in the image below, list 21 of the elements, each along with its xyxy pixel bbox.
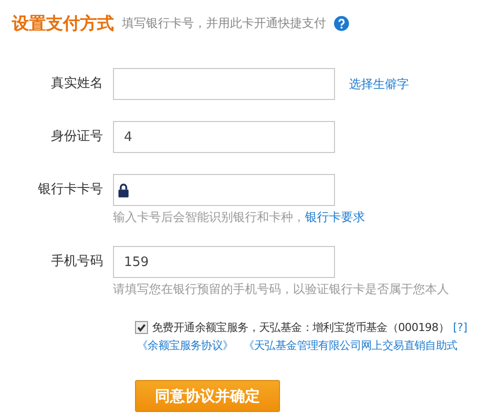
page-subtitle: 填写银行卡号，并用此卡开通快捷支付	[122, 15, 326, 32]
input-field[interactable]	[113, 174, 335, 206]
hint-text: 输入卡号后会智能识别银行和卡种，	[113, 209, 305, 226]
link[interactable]: 选择生僻字	[349, 76, 409, 92]
input-field[interactable]	[113, 68, 335, 100]
page-title: 设置支付方式	[12, 13, 114, 35]
field-label: 手机号码	[50, 253, 104, 271]
link[interactable]: 银行卡要求	[305, 209, 365, 226]
agreement-text: 免费开通余额宝服务，天弘基金：增利宝货币基金（000198）	[152, 320, 449, 335]
help-link[interactable]: [?]	[453, 321, 468, 334]
input-field[interactable]: 4	[113, 121, 335, 153]
help-icon[interactable]	[334, 16, 349, 31]
input-field[interactable]: 159	[113, 246, 335, 278]
agreement-link[interactable]: 《余额宝服务协议》	[137, 338, 234, 353]
field-label: 银行卡卡号	[37, 181, 104, 199]
field-label: 身份证号	[50, 128, 104, 146]
checkbox[interactable]	[135, 321, 148, 334]
field-label: 真实姓名	[50, 75, 104, 93]
hint-text: 请填写您在银行预留的手机号码，以验证银行卡是否属于您本人	[113, 281, 449, 298]
lock-icon	[118, 182, 129, 198]
agreement-link[interactable]: 《天弘基金管理有限公司网上交易直销自助式	[243, 338, 458, 353]
